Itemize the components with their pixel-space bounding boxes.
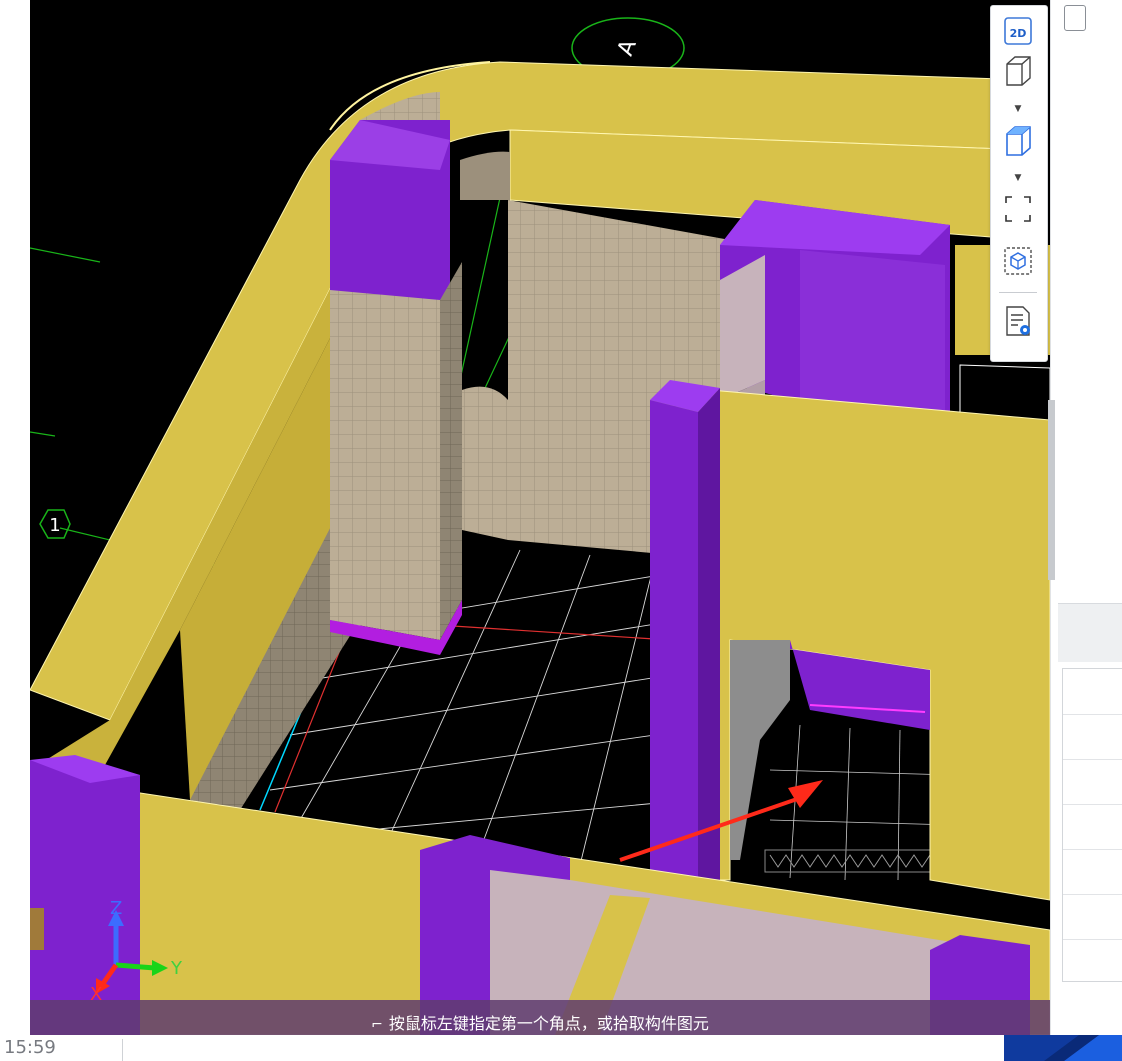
display-settings-icon <box>1006 306 1030 336</box>
3d-render-button[interactable] <box>1001 124 1035 158</box>
taskbar-divider <box>122 1039 123 1061</box>
grid-marker-1: 1 <box>39 509 71 539</box>
3d-view-dropdown-caret[interactable]: ▼ <box>1013 105 1023 114</box>
side-row-divider <box>1063 849 1122 850</box>
component-view-button[interactable] <box>1001 244 1035 278</box>
2d-view-button[interactable]: 2D <box>1001 14 1035 48</box>
3d-box-selected-icon <box>1006 126 1031 156</box>
corner-cursor-icon: ⌐ <box>371 1017 383 1033</box>
toolbar-divider <box>999 292 1037 293</box>
side-row-divider <box>1063 804 1122 805</box>
display-settings-button[interactable] <box>1001 304 1035 338</box>
region-select-button[interactable] <box>1001 192 1035 226</box>
status-prompt-bar: ⌐ 按鼠标左键指定第一个角点，或拾取构件图元 <box>30 1000 1050 1035</box>
taskbar: 15:59 <box>0 1035 1122 1061</box>
grid-marker-1-label: 1 <box>49 515 60 536</box>
grid-marker-a-label: A <box>613 36 642 59</box>
side-row-divider <box>1063 714 1122 715</box>
taskbar-clock: 15:59 <box>4 1037 56 1058</box>
side-panel-header <box>1058 603 1122 662</box>
side-row-divider <box>1063 759 1122 760</box>
side-row-divider <box>1063 939 1122 940</box>
axis-label-y: Y <box>171 958 182 979</box>
status-prompt-text: 按鼠标左键指定第一个角点，或拾取构件图元 <box>388 1014 709 1033</box>
component-view-icon <box>1004 247 1032 275</box>
model-scene[interactable]: A 1 <box>30 0 1050 1035</box>
3d-view-button[interactable] <box>1001 54 1035 88</box>
side-scrollbar[interactable] <box>1048 400 1055 580</box>
3d-viewport[interactable]: A 1 Z Y X ⌐ 按鼠标左键指定第一个角点，或拾取构件图元 <box>30 0 1050 1035</box>
2d-view-icon: 2D <box>1004 17 1032 45</box>
side-property-panel[interactable] <box>1062 668 1122 982</box>
render-dropdown-caret[interactable]: ▼ <box>1013 174 1023 183</box>
axis-label-z: Z <box>110 898 123 919</box>
region-select-icon <box>1005 196 1031 222</box>
purple-column-front[interactable] <box>650 380 720 890</box>
2d-view-label: 2D <box>1010 27 1027 40</box>
side-row-divider <box>1063 894 1122 895</box>
view-toolbar: 2D ▼ ▼ <box>990 5 1048 362</box>
collapse-toggle-button[interactable] <box>1064 5 1086 31</box>
3d-box-icon <box>1006 56 1031 86</box>
app-logo-icon[interactable] <box>1004 1035 1122 1061</box>
